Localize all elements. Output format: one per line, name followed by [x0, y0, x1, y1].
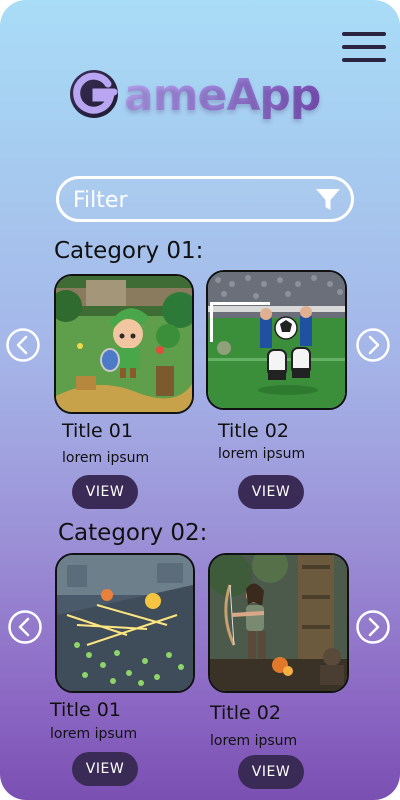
game-description: lorem ipsum: [62, 450, 150, 466]
game-title: Title 01: [50, 699, 121, 721]
game-thumbnail-soccer[interactable]: [206, 270, 347, 410]
game-description: lorem ipsum: [210, 733, 298, 749]
hamburger-menu-icon[interactable]: [340, 30, 388, 64]
menu-bar: [342, 58, 386, 62]
category-title: Category 01:: [54, 238, 204, 264]
app-screen: G ameApp Category 01:: [0, 0, 400, 800]
logo-text: ameApp: [124, 70, 321, 121]
menu-bar: [342, 32, 386, 36]
game-description: lorem ipsum: [50, 726, 138, 742]
game-title: Title 01: [62, 420, 133, 442]
soccer-goalkeeper-art: [208, 272, 345, 408]
game-title: Title 02: [210, 702, 281, 724]
chevron-right-icon[interactable]: [356, 610, 390, 644]
game-thumbnail-strategy-battle[interactable]: [55, 553, 195, 693]
fantasy-adventure-art: [56, 276, 192, 412]
game-thumbnail-archer[interactable]: [208, 553, 349, 693]
svg-text:G: G: [68, 66, 69, 67]
game-title: Title 02: [218, 420, 289, 442]
funnel-icon[interactable]: [315, 187, 341, 213]
view-button[interactable]: VIEW: [238, 475, 304, 509]
filter-input[interactable]: [71, 183, 305, 217]
app-logo: G ameApp: [68, 66, 338, 126]
game-description: lorem ipsum: [218, 446, 306, 462]
game-thumbnail-fantasy-adventure[interactable]: [54, 274, 194, 414]
archer-jungle-art: [210, 555, 347, 691]
view-button[interactable]: VIEW: [72, 752, 138, 786]
logo-g-icon: G: [68, 66, 118, 118]
chevron-left-icon[interactable]: [8, 610, 42, 644]
chevron-left-icon[interactable]: [6, 328, 40, 362]
strategy-battle-art: [57, 555, 193, 691]
view-button[interactable]: VIEW: [72, 475, 138, 509]
chevron-right-icon[interactable]: [356, 328, 390, 362]
menu-bar: [342, 45, 386, 49]
category-title: Category 02:: [58, 520, 208, 546]
view-button[interactable]: VIEW: [238, 755, 304, 789]
filter-field[interactable]: [56, 176, 354, 222]
